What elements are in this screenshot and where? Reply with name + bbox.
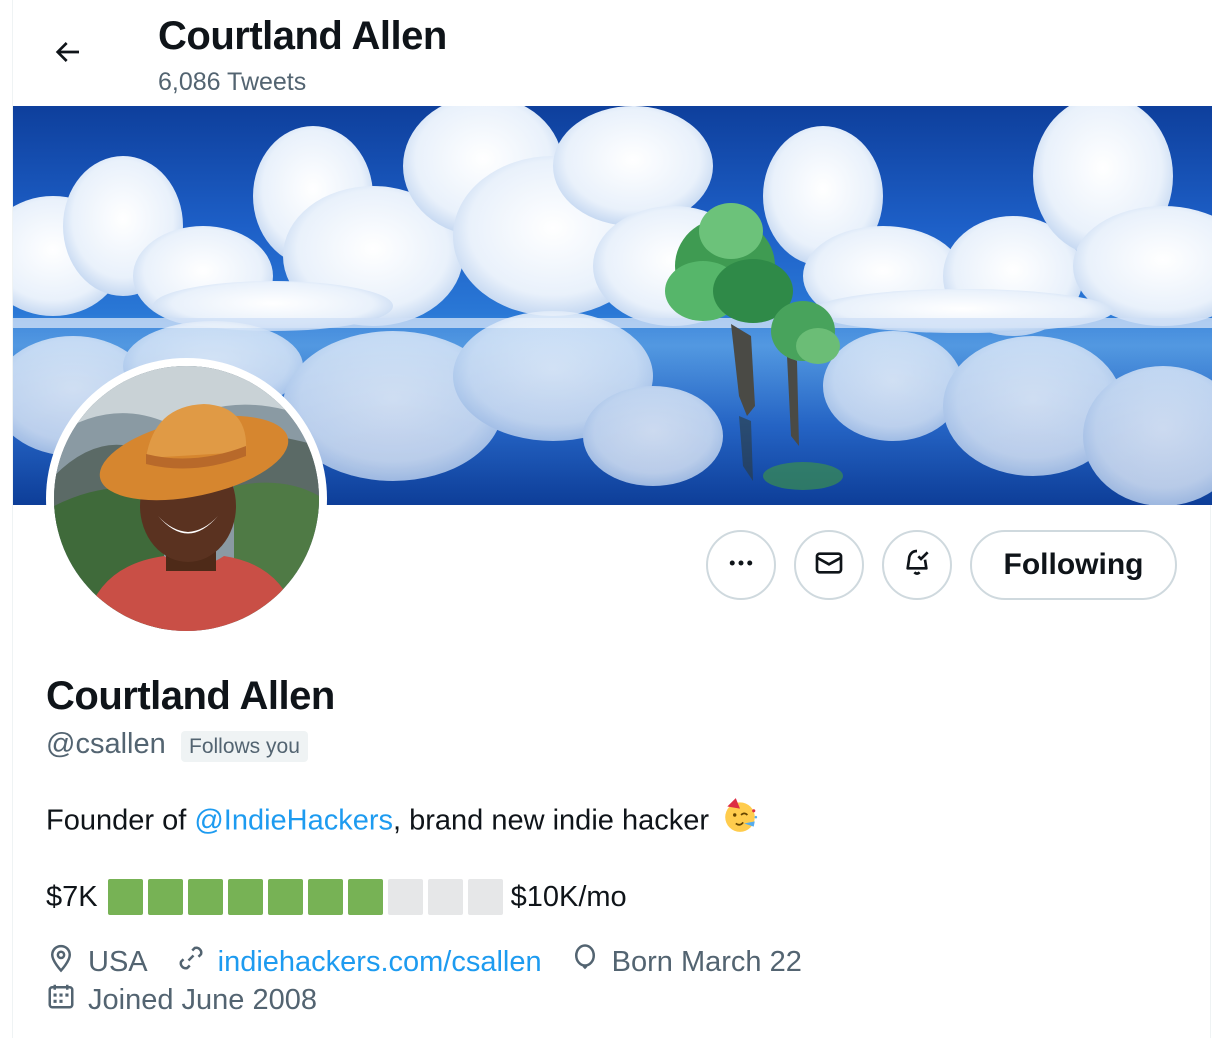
- tweet-count: 6,086 Tweets: [158, 68, 307, 96]
- progress-block-filled: [147, 879, 183, 915]
- progress-block-filled: [187, 879, 223, 915]
- progress-block-filled: [227, 879, 263, 915]
- more-options-button[interactable]: [706, 530, 776, 600]
- avatar-photo: [54, 366, 319, 631]
- joined-text: Joined June 2008: [88, 983, 317, 1016]
- calendar-icon: [46, 981, 88, 1019]
- arrow-left-icon: [51, 36, 83, 73]
- bell-check-icon: [901, 547, 933, 584]
- revenue-progress: $7K $10K/mo: [46, 878, 627, 916]
- map-pin-icon: [46, 943, 88, 981]
- message-button[interactable]: [794, 530, 864, 600]
- profile-header: Courtland Allen 6,086 Tweets: [13, 0, 1212, 106]
- following-button[interactable]: Following: [970, 530, 1177, 600]
- partying-face-emoji: [721, 796, 759, 842]
- joined-item: Joined June 2008: [46, 981, 317, 1019]
- website-item: indiehackers.com/csallen: [176, 943, 542, 981]
- profile-joined-row: Joined June 2008: [46, 981, 345, 1019]
- profile-column: Courtland Allen 6,086 Tweets Following C…: [12, 0, 1212, 1038]
- progress-block-filled: [107, 879, 143, 915]
- birthday-item: Born March 22: [570, 943, 802, 981]
- back-button[interactable]: [43, 30, 91, 78]
- profile-avatar[interactable]: [46, 358, 327, 639]
- location-item: USA: [46, 943, 148, 981]
- progress-block-empty: [467, 879, 503, 915]
- progress-block-filled: [347, 879, 383, 915]
- follows-you-badge: Follows you: [181, 731, 308, 762]
- bio-mention-link[interactable]: @IndieHackers: [194, 805, 393, 837]
- envelope-icon: [813, 547, 845, 584]
- bio-suffix: , brand new indie hacker: [393, 804, 709, 837]
- progress-end-label: $10K/mo: [510, 880, 627, 913]
- birthday-text: Born March 22: [611, 945, 802, 978]
- profile-bio: Founder of @IndieHackers, brand new indi…: [46, 796, 759, 845]
- profile-name: Courtland Allen: [46, 674, 335, 718]
- progress-block-filled: [307, 879, 343, 915]
- progress-start-label: $7K: [46, 880, 98, 913]
- location-text: USA: [88, 945, 148, 978]
- progress-block-empty: [387, 879, 423, 915]
- link-icon: [176, 943, 218, 981]
- progress-block-filled: [267, 879, 303, 915]
- website-link[interactable]: indiehackers.com/csallen: [218, 946, 542, 979]
- ellipsis-icon: [726, 548, 756, 583]
- balloon-icon: [570, 943, 612, 981]
- progress-block-empty: [427, 879, 463, 915]
- notifications-button[interactable]: [882, 530, 952, 600]
- profile-meta-row: USA indiehackers.com/csallen Born March …: [46, 943, 830, 981]
- profile-handle: @csallen: [46, 728, 166, 760]
- header-title: Courtland Allen: [158, 14, 447, 58]
- progress-blocks: [107, 879, 503, 915]
- bio-prefix: Founder of: [46, 804, 195, 837]
